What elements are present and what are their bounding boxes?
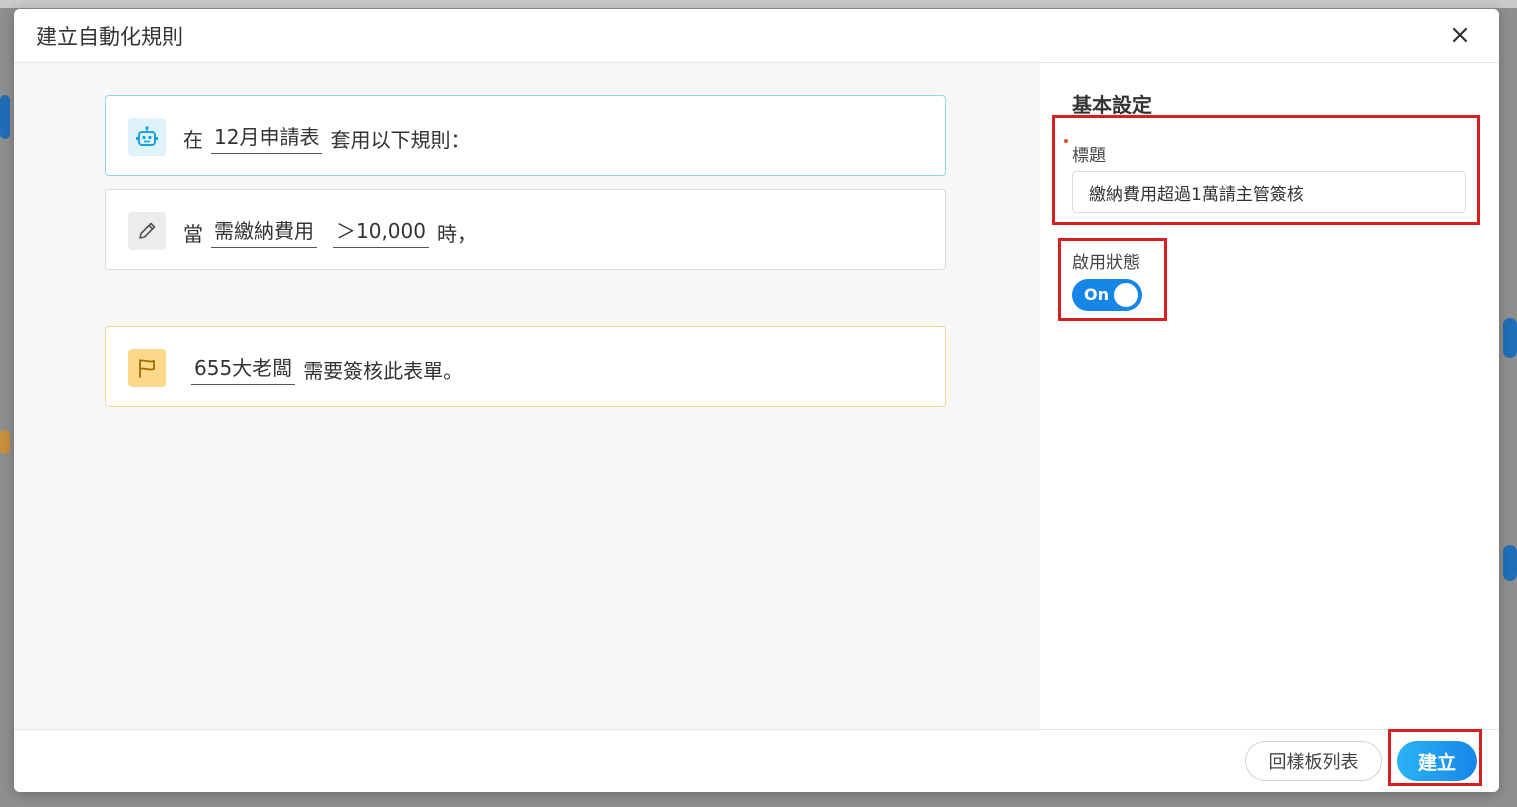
background-blob	[0, 95, 10, 139]
trigger-card: 在 12月申請表 套用以下規則：	[105, 95, 946, 176]
trigger-icon-box	[128, 118, 166, 156]
close-icon	[1452, 27, 1468, 43]
highlight-title-field	[1052, 115, 1480, 225]
dialog-header: 建立自動化規則	[14, 9, 1499, 63]
approver-selector[interactable]: 655大老闆	[191, 354, 296, 385]
condition-value-selector[interactable]: ＞10,000	[333, 217, 429, 248]
background-strip	[0, 0, 1517, 8]
condition-card: 當 需繳納費用 ＞10,000 時，	[105, 189, 946, 270]
background-blob	[0, 430, 10, 454]
action-icon-box	[128, 349, 166, 387]
rule-builder-pane: 在 12月申請表 套用以下規則： 當 需繳納費用 ＞10,000 時， 655大…	[14, 63, 1040, 729]
highlight-status-toggle	[1058, 238, 1167, 321]
background-blob	[1503, 318, 1517, 358]
background-blob	[1503, 545, 1517, 581]
condition-field-selector[interactable]: 需繳納費用	[211, 217, 317, 248]
settings-section-title: 基本設定	[1072, 93, 1152, 117]
condition-sentence: 當 需繳納費用 ＞10,000 時，	[183, 214, 485, 250]
flag-icon	[139, 359, 155, 378]
trigger-suffix: 套用以下規則：	[330, 127, 471, 152]
close-button[interactable]	[1447, 22, 1473, 48]
trigger-prefix: 在	[183, 127, 203, 152]
condition-icon-box	[128, 212, 166, 250]
back-to-templates-button[interactable]: 回樣板列表	[1245, 741, 1382, 781]
highlight-create-button	[1388, 729, 1482, 786]
robot-icon	[136, 126, 158, 146]
dialog-title: 建立自動化規則	[36, 25, 183, 49]
trigger-sentence: 在 12月申請表 套用以下規則：	[183, 120, 478, 156]
action-suffix: 需要簽核此表單。	[303, 358, 464, 383]
condition-prefix: 當	[183, 221, 203, 246]
form-selector[interactable]: 12月申請表	[211, 123, 323, 154]
action-card: 655大老闆 需要簽核此表單。	[105, 326, 946, 407]
pencil-icon	[139, 222, 156, 239]
condition-suffix: 時，	[436, 221, 477, 246]
dialog-footer: 回樣板列表 建立	[14, 729, 1499, 792]
action-sentence: 655大老闆 需要簽核此表單。	[191, 351, 471, 387]
